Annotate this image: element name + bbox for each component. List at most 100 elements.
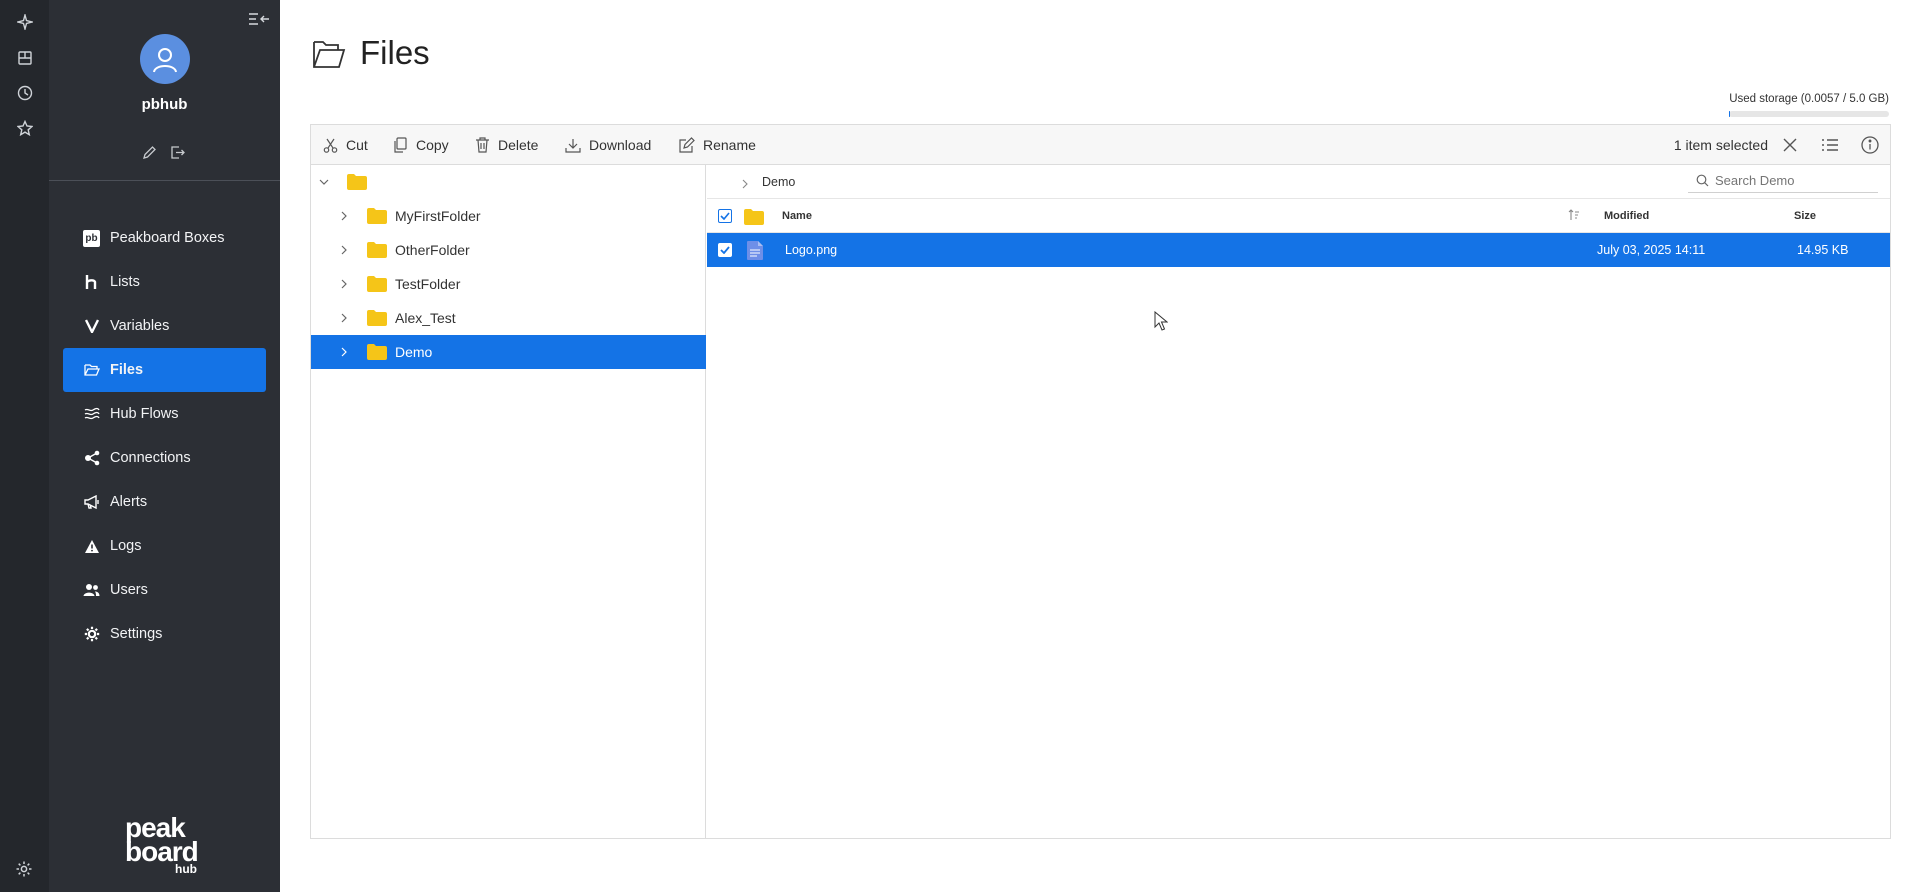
- folder-icon: [367, 310, 387, 326]
- chevron-right-icon[interactable]: [337, 277, 351, 291]
- tree-item[interactable]: Alex_Test: [311, 301, 706, 335]
- chevron-right-icon[interactable]: [337, 243, 351, 257]
- users-icon: [83, 582, 100, 599]
- sidebar-divider: [49, 180, 280, 181]
- folder-icon: [367, 344, 387, 360]
- tree-item-label: MyFirstFolder: [395, 208, 481, 224]
- row-checkbox[interactable]: [718, 243, 732, 257]
- download-button[interactable]: Download: [565, 125, 651, 165]
- sidebar-item-label: Hub Flows: [110, 406, 179, 422]
- cut-button[interactable]: Cut: [323, 125, 368, 165]
- connections-icon: [83, 450, 100, 467]
- select-all-checkbox[interactable]: [718, 209, 732, 223]
- rename-label: Rename: [703, 137, 756, 153]
- chevron-right-icon[interactable]: [337, 209, 351, 223]
- logout-icon[interactable]: [169, 144, 185, 160]
- delete-label: Delete: [498, 137, 539, 153]
- gear-icon: [83, 626, 100, 643]
- pb-icon: pb: [83, 229, 100, 247]
- cut-label: Cut: [346, 137, 368, 153]
- flows-icon: [83, 406, 100, 423]
- sidebar-item-label: Files: [110, 362, 144, 378]
- storage-label: Used storage (0.0057 / 5.0 GB): [1729, 93, 1889, 105]
- search-icon: [1696, 174, 1709, 187]
- sidebar-item-settings[interactable]: Settings: [63, 612, 266, 656]
- storage-bar: [1729, 111, 1889, 117]
- tree-root[interactable]: [311, 165, 706, 199]
- chevron-right-icon: [742, 176, 752, 189]
- edit-profile-icon[interactable]: [141, 144, 157, 160]
- tree-item[interactable]: TestFolder: [311, 267, 706, 301]
- table-header: Name Modified Size: [707, 199, 1890, 233]
- column-header-name[interactable]: Name: [782, 210, 812, 222]
- trash-icon: [476, 137, 489, 153]
- tree-item[interactable]: OtherFolder: [311, 233, 706, 267]
- tree-item-label: Alex_Test: [395, 310, 456, 326]
- chevron-right-icon[interactable]: [337, 311, 351, 325]
- settings-gear-icon[interactable]: [15, 860, 35, 880]
- table-row[interactable]: Logo.png July 03, 2025 14:11 14.95 KB: [707, 233, 1890, 267]
- star-icon[interactable]: [14, 117, 36, 139]
- tree-item-label: Demo: [395, 344, 433, 360]
- sidebar-item-logs[interactable]: Logs: [63, 524, 266, 568]
- sidebar-item-variables[interactable]: Variables: [63, 304, 266, 348]
- sparkle-icon[interactable]: [14, 11, 36, 33]
- folder-icon: [367, 242, 387, 258]
- selection-count: 1 item selected: [1673, 137, 1768, 153]
- search-input[interactable]: [1715, 173, 1875, 188]
- sort-icon[interactable]: [1568, 209, 1580, 224]
- tree-item-selected[interactable]: Demo: [311, 335, 706, 369]
- sidebar-item-peakboard-boxes[interactable]: pb Peakboard Boxes: [63, 216, 266, 260]
- rename-button[interactable]: Rename: [679, 125, 756, 165]
- image-file-icon: [747, 241, 763, 260]
- collapse-sidebar-icon[interactable]: [248, 12, 272, 32]
- sidebar-item-alerts[interactable]: Alerts: [63, 480, 266, 524]
- sidebar-item-label: Settings: [110, 626, 163, 642]
- history-icon[interactable]: [14, 82, 36, 104]
- breadcrumb-item[interactable]: Demo: [762, 175, 795, 189]
- file-manager: Cut Copy Delete Download Rename 1 item s…: [310, 124, 1891, 839]
- column-header-size[interactable]: Size: [1794, 210, 1816, 222]
- tree-item[interactable]: MyFirstFolder: [311, 199, 706, 233]
- avatar[interactable]: [140, 34, 190, 84]
- boxes-icon[interactable]: [14, 47, 36, 69]
- chevron-right-icon[interactable]: [337, 345, 351, 359]
- file-name: Logo.png: [785, 243, 838, 257]
- copy-label: Copy: [416, 137, 449, 153]
- main-content: Files Used storage (0.0057 / 5.0 GB) Cut…: [280, 0, 1918, 892]
- variables-icon: [83, 318, 100, 335]
- tree-item-label: OtherFolder: [395, 242, 470, 258]
- copy-button[interactable]: Copy: [393, 125, 449, 165]
- file-modified: July 03, 2025 14:11: [1597, 243, 1706, 257]
- sidebar-item-label: Variables: [110, 318, 170, 334]
- copy-icon: [394, 137, 407, 153]
- mouse-cursor-icon: [1154, 311, 1168, 331]
- list-view-icon[interactable]: [1820, 135, 1840, 155]
- sidebar-item-users[interactable]: Users: [63, 568, 266, 612]
- folder-icon: [744, 209, 764, 225]
- column-header-modified[interactable]: Modified: [1604, 210, 1649, 222]
- sidebar-item-lists[interactable]: Lists: [63, 260, 266, 304]
- folder-icon: [367, 276, 387, 292]
- megaphone-icon: [83, 494, 100, 511]
- lists-icon: [83, 274, 100, 291]
- sidebar-item-label: Alerts: [110, 494, 148, 510]
- file-size: 14.95 KB: [1797, 243, 1849, 257]
- username: pbhub: [141, 96, 188, 113]
- sidebar-item-connections[interactable]: Connections: [63, 436, 266, 480]
- sidebar-item-label: Peakboard Boxes: [110, 230, 225, 246]
- rename-icon: [679, 137, 695, 153]
- tree-item-label: TestFolder: [395, 276, 461, 292]
- sidebar-item-label: Logs: [110, 538, 142, 554]
- folder-tree: MyFirstFolder OtherFolder TestFolder Ale…: [311, 165, 706, 838]
- info-icon[interactable]: [1860, 135, 1880, 155]
- sidebar-item-hub-flows[interactable]: Hub Flows: [63, 392, 266, 436]
- clear-selection-close-icon[interactable]: [1780, 135, 1800, 155]
- chevron-down-icon[interactable]: [317, 175, 331, 189]
- file-list-pane: Demo Name Modified Size: [707, 165, 1890, 838]
- delete-button[interactable]: Delete: [475, 125, 538, 165]
- scissors-icon: [323, 138, 338, 153]
- sidebar-item-files[interactable]: Files: [63, 348, 266, 392]
- breadcrumb: Demo: [707, 165, 1890, 199]
- sidebar-item-label: Lists: [110, 274, 140, 290]
